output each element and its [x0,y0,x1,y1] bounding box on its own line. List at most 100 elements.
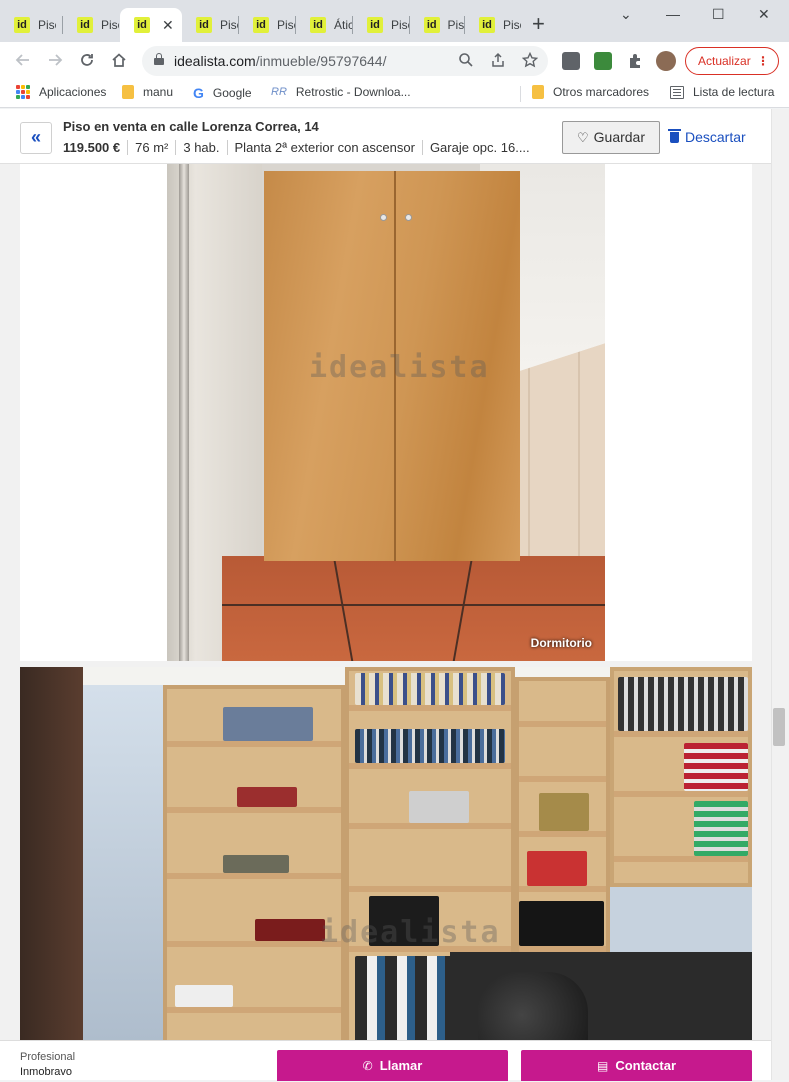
address-bar[interactable]: idealista.com/inmueble/95797644/ [142,46,548,76]
phone-icon: ✆ [362,1059,373,1073]
idealista-favicon-icon: id [77,17,93,33]
retrostic-icon: RR [271,86,287,98]
tab-title: Piso [447,18,465,32]
tab-strip: id Piso id Piso id ✕ id Piso id Piso id … [0,0,789,42]
apps-grid-icon [16,85,30,99]
browser-tab[interactable]: id Piso [353,8,410,42]
url-path: /inmueble/95797644/ [255,53,387,69]
bookmark-other[interactable]: Otros marcadores [532,85,649,99]
close-window-button[interactable]: ✕ [758,6,770,23]
idealista-favicon-icon: id [310,17,326,33]
extensions-puzzle-icon[interactable] [626,52,644,70]
browser-tab[interactable]: id Piso [239,8,296,42]
cabinet-knob [405,214,412,221]
minimize-button[interactable]: — [666,6,680,22]
tab-search-icon[interactable]: ⌄ [620,6,632,23]
update-browser-button[interactable]: Actualizar ⋮ [685,47,779,75]
bookmark-label: Lista de lectura [693,85,775,99]
url-host: idealista.com [174,53,256,69]
lock-icon[interactable] [154,53,164,65]
photo-watermark: idealista [309,350,490,385]
scrollbar-thumb[interactable] [773,708,785,746]
home-icon[interactable] [110,51,128,74]
google-icon: G [193,85,204,101]
bookmark-label: manu [143,85,174,99]
listing-floor: Planta 2ª exterior con ascensor [226,140,422,155]
extension-screenshot-icon[interactable] [594,52,612,70]
reload-icon[interactable] [78,51,96,74]
page-scrollbar[interactable] [771,109,789,1080]
idealista-favicon-icon: id [196,17,212,33]
browser-tab[interactable]: id Piso [465,8,522,42]
idealista-favicon-icon: id [479,17,495,33]
contact-button[interactable]: ▤ Contactar [521,1050,752,1081]
trash-icon [668,129,681,143]
close-tab-icon[interactable]: ✕ [162,17,174,34]
reading-list[interactable]: Lista de lectura [670,85,774,99]
idealista-favicon-icon: id [14,17,30,33]
listing-features: 119.500 € 76 m² 3 hab. Planta 2ª exterio… [63,140,537,155]
save-label: Guardar [593,129,645,145]
back-arrow-icon[interactable] [14,51,32,74]
gallery-photo[interactable]: idealista Dormitorio [167,164,605,661]
bookmark-star-icon[interactable] [521,51,539,72]
browser-tab[interactable]: id Piso [182,8,239,42]
browser-tab[interactable]: id Piso [410,8,465,42]
folder-icon [122,85,134,99]
idealista-favicon-icon: id [134,17,150,33]
bookmark-label: Aplicaciones [39,85,107,99]
advertiser-name[interactable]: Inmobravo [20,1066,72,1078]
tab-title: Piso [391,18,409,32]
page-content: « Piso en venta en calle Lorenza Correa,… [0,109,789,1080]
photo-bookshelf [163,685,345,1080]
save-button[interactable]: ♡ Guardar [562,121,660,154]
listing-rooms: 3 hab. [175,140,226,155]
bookmark-manu[interactable]: manu [122,85,173,99]
tab-title: Ático [334,18,352,32]
discard-button[interactable]: Descartar [668,129,746,145]
folder-icon [532,85,544,99]
share-icon[interactable] [490,52,506,72]
browser-tab[interactable]: id Piso [0,8,63,42]
bookmark-label: Retrostic - Downloa... [295,85,411,99]
bookmark-google[interactable]: G Google [193,85,252,101]
idealista-favicon-icon: id [367,17,383,33]
maximize-button[interactable]: ☐ [712,6,725,23]
advertiser-type: Profesional [20,1051,76,1063]
gallery-photo[interactable]: idealista [20,667,752,1080]
contact-bar: Profesional Inmobravo ✆ Llamar ▤ Contactar [0,1040,771,1081]
gallery-photo-frame: idealista Dormitorio [20,164,752,661]
more-menu-icon[interactable]: ⋮ [757,48,769,74]
photo-room-label: Dormitorio [530,636,592,650]
bookmarks-divider [520,86,521,102]
tab-title: Piso [277,18,295,32]
idealista-favicon-icon: id [253,17,269,33]
bookmark-apps[interactable]: Aplicaciones [16,85,106,99]
bookmark-retrostic[interactable]: RR Retrostic - Downloa... [271,85,411,99]
photo-bookshelf [610,667,752,887]
listing-sticky-header: « Piso en venta en calle Lorenza Correa,… [0,109,771,164]
browser-tab-active[interactable]: id ✕ [120,8,182,42]
listing-garage: Garaje opc. 16.... [421,140,537,155]
idealista-favicon-icon: id [424,17,440,33]
listing-price: 119.500 € [63,140,121,155]
contact-label: Contactar [615,1058,677,1073]
zoom-search-icon[interactable] [458,52,474,72]
browser-tab[interactable]: id Ático [296,8,353,42]
call-button[interactable]: ✆ Llamar [277,1050,508,1081]
forward-arrow-icon[interactable] [46,51,64,74]
profile-avatar[interactable] [656,51,676,71]
listing-area: 76 m² [127,140,175,155]
browser-toolbar: idealista.com/inmueble/95797644/ Actuali… [0,42,789,80]
tab-title: Piso [503,18,521,32]
heart-icon: ♡ [576,130,589,145]
call-label: Llamar [379,1058,423,1073]
back-to-list-button[interactable]: « [20,122,52,154]
photo-watermark: idealista [320,915,501,950]
browser-tab[interactable]: id Piso [63,8,120,42]
discard-label: Descartar [685,129,746,145]
extension-counter-icon[interactable] [562,52,580,70]
new-tab-button[interactable]: + [532,12,545,36]
url-text[interactable]: idealista.com/inmueble/95797644/ [174,53,386,69]
photo-wall [83,667,163,1080]
